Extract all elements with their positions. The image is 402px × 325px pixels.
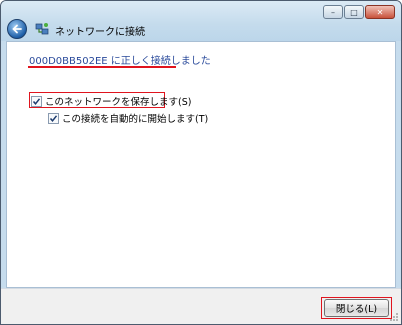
content-pane: 000D0BB502EE に正しく接続しました このネットワークを保存します(S… <box>6 41 396 288</box>
window-controls: – □ ✕ <box>323 5 395 19</box>
connect-dialog: – □ ✕ ネットワークに接続 000D0BB502EE に正しく接続しました <box>0 0 402 325</box>
auto-connect-option[interactable]: この接続を自動的に開始します(T) <box>48 111 208 125</box>
save-network-option[interactable]: このネットワークを保存します(S) <box>31 94 191 108</box>
network-icon <box>35 23 49 35</box>
close-button[interactable]: 閉じる(L) <box>324 299 389 317</box>
success-highlight-underline <box>28 66 176 68</box>
back-button[interactable] <box>7 19 27 39</box>
maximize-button[interactable]: □ <box>344 5 364 19</box>
resize-grip-icon[interactable] <box>389 312 399 322</box>
save-network-checkbox[interactable] <box>31 95 42 107</box>
success-message: 000D0BB502EE に正しく接続しました <box>29 56 211 67</box>
window-title: ネットワークに接続 <box>55 27 145 38</box>
back-arrow-icon <box>12 24 22 34</box>
auto-connect-checkbox[interactable] <box>48 112 59 124</box>
title-bar: – □ ✕ ネットワークに接続 <box>1 1 401 41</box>
checkmark-icon <box>32 97 41 105</box>
auto-connect-label: この接続を自動的に開始します(T) <box>62 114 209 125</box>
save-network-label: このネットワークを保存します(S) <box>45 97 192 108</box>
minimize-button[interactable]: – <box>323 5 343 19</box>
close-window-button[interactable]: ✕ <box>365 5 395 19</box>
checkmark-icon <box>49 114 58 122</box>
